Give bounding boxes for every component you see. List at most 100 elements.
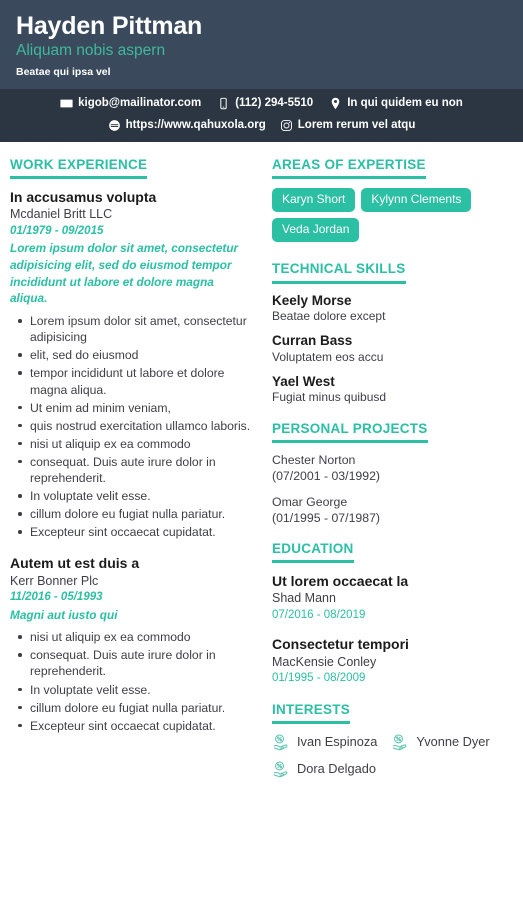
- list-item: tempor incididunt ut labore et dolore ma…: [18, 365, 254, 397]
- school-name: Shad Mann: [272, 591, 336, 606]
- contact-email[interactable]: kigob@mailinator.com: [60, 97, 201, 110]
- interest-list: Ivan Espinoza Yvonne Dyer Dora Delgado: [272, 733, 513, 783]
- list-item: Excepteur sint occaecat cupidatat.: [18, 524, 254, 540]
- job-title: In accusamus volupta: [10, 189, 157, 206]
- job-title: Autem ut est duis a: [10, 555, 140, 572]
- section-areas-of-expertise: AREAS OF EXPERTISE Karyn Short Kylynn Cl…: [272, 156, 513, 243]
- contact-email-text: kigob@mailinator.com: [78, 96, 202, 109]
- list-item: cillum dolore eu fugiat nulla pariatur.: [18, 506, 254, 522]
- skill-item: Keely Morse Beatae dolore except: [272, 293, 513, 325]
- interest-name: Ivan Espinoza: [297, 733, 378, 749]
- header-identity-band: Hayden Pittman Aliquam nobis aspern Beat…: [0, 0, 523, 89]
- resume-page: Hayden Pittman Aliquam nobis aspern Beat…: [0, 0, 523, 910]
- work-entry: In accusamus volupta Mcdaniel Britt LLC …: [10, 188, 254, 540]
- skill-name: Curran Bass: [272, 333, 353, 349]
- job-description: Lorem ipsum dolor sit amet, consectetur …: [10, 241, 239, 306]
- job-bullet-list: Lorem ipsum dolor sit amet, consectetur …: [10, 313, 254, 540]
- contact-row-secondary: https://www.qahuxola.org Lorem rerum vel…: [16, 119, 507, 132]
- skill-item: Yael West Fugiat minus quibusd: [272, 374, 513, 406]
- project-item: Chester Norton (07/2001 - 03/1992): [272, 452, 513, 484]
- globe-icon: [108, 119, 121, 132]
- expertise-pill[interactable]: Karyn Short: [272, 188, 356, 213]
- list-item: elit, sed do eiusmod: [18, 347, 254, 363]
- interest-name: Dora Delgado: [297, 760, 376, 776]
- skill-item: Curran Bass Voluptatem eos accu: [272, 333, 513, 365]
- hand-percent-icon: [391, 733, 410, 752]
- section-education: EDUCATION Ut lorem occaecat la Shad Mann…: [272, 540, 513, 687]
- list-item: nisi ut aliquip ex ea commodo: [18, 436, 254, 452]
- hand-percent-icon: [272, 760, 291, 779]
- list-item: quis nostrud exercitation ullamco labori…: [18, 418, 254, 434]
- section-title-technical-skills: TECHNICAL SKILLS: [272, 261, 406, 284]
- project-dates: (07/2001 - 03/1992): [272, 469, 381, 484]
- education-dates: 01/1995 - 08/2009: [272, 672, 366, 685]
- interest-item: Dora Delgado: [272, 760, 376, 779]
- skill-detail: Fugiat minus quibusd: [272, 390, 387, 405]
- header-contact-band: kigob@mailinator.com (112) 294-5510 In q…: [0, 88, 523, 142]
- project-dates: (01/1995 - 07/1987): [272, 510, 381, 525]
- company-name: Kerr Bonner Plc: [10, 573, 99, 588]
- skill-detail: Voluptatem eos accu: [272, 349, 384, 364]
- education-item: Consectetur tempori MacKensie Conley 01/…: [272, 635, 513, 686]
- list-item: consequat. Duis aute irure dolor in repr…: [18, 454, 254, 486]
- job-bullet-list: nisi ut aliquip ex ea commodo consequat.…: [10, 629, 254, 734]
- left-column: WORK EXPERIENCE In accusamus volupta Mcd…: [10, 156, 268, 748]
- section-title-education: EDUCATION: [272, 541, 354, 564]
- job-dates: 01/1979 - 09/2015: [10, 225, 104, 238]
- job-dates: 11/2016 - 05/1993: [10, 591, 103, 604]
- interest-item: Yvonne Dyer: [391, 733, 490, 752]
- expertise-pill[interactable]: Veda Jordan: [272, 218, 360, 243]
- list-item: nisi ut aliquip ex ea commodo: [18, 629, 254, 645]
- contact-phone-text: (112) 294-5510: [235, 96, 314, 109]
- contact-website[interactable]: https://www.qahuxola.org: [108, 119, 266, 132]
- instagram-icon: [280, 119, 293, 132]
- contact-phone[interactable]: (112) 294-5510: [217, 97, 313, 110]
- expertise-pill[interactable]: Kylynn Clements: [361, 188, 472, 213]
- list-item: Lorem ipsum dolor sit amet, consectetur …: [18, 313, 254, 345]
- skill-name: Yael West: [272, 373, 335, 389]
- contact-website-text: https://www.qahuxola.org: [125, 118, 266, 131]
- skill-name: Keely Morse: [272, 292, 352, 308]
- project-name: Omar George: [272, 494, 348, 509]
- section-title-areas-of-expertise: AREAS OF EXPERTISE: [272, 157, 426, 180]
- education-item: Ut lorem occaecat la Shad Mann 07/2016 -…: [272, 572, 513, 623]
- resume-body: WORK EXPERIENCE In accusamus volupta Mcd…: [0, 142, 523, 797]
- list-item: Excepteur sint occaecat cupidatat.: [18, 718, 254, 734]
- list-item: consequat. Duis aute irure dolor in repr…: [18, 647, 254, 679]
- degree-title: Consectetur tempori: [272, 636, 409, 653]
- project-item: Omar George (01/1995 - 07/1987): [272, 494, 513, 526]
- expertise-pill-list: Karyn Short Kylynn Clements Veda Jordan: [272, 188, 513, 243]
- company-name: Mcdaniel Britt LLC: [10, 207, 113, 222]
- right-column: AREAS OF EXPERTISE Karyn Short Kylynn Cl…: [268, 156, 513, 797]
- headline: Aliquam nobis aspern: [16, 42, 166, 59]
- contact-instagram[interactable]: Lorem rerum vel atqu: [280, 119, 415, 132]
- contact-row-primary: kigob@mailinator.com (112) 294-5510 In q…: [16, 97, 507, 110]
- work-entry: Autem ut est duis a Kerr Bonner Plc 11/2…: [10, 554, 254, 733]
- contact-location-text: In qui quidem eu non: [347, 96, 463, 109]
- hand-percent-icon: [272, 733, 291, 752]
- list-item: In voluptate velit esse.: [18, 488, 254, 504]
- section-interests: INTERESTS Ivan Espinoza Yvonne Dyer Dora…: [272, 701, 513, 783]
- school-name: MacKensie Conley: [272, 654, 377, 669]
- education-dates: 07/2016 - 08/2019: [272, 609, 366, 622]
- map-pin-icon: [329, 97, 342, 110]
- section-technical-skills: TECHNICAL SKILLS Keely Morse Beatae dolo…: [272, 260, 513, 406]
- list-item: Ut enim ad minim veniam,: [18, 400, 254, 416]
- degree-title: Ut lorem occaecat la: [272, 573, 409, 590]
- interest-name: Yvonne Dyer: [416, 733, 490, 749]
- page-title: Hayden Pittman: [16, 12, 203, 40]
- resume-header: Hayden Pittman Aliquam nobis aspern Beat…: [0, 0, 523, 142]
- section-personal-projects: PERSONAL PROJECTS Chester Norton (07/200…: [272, 420, 513, 526]
- contact-location[interactable]: In qui quidem eu non: [329, 97, 463, 110]
- job-description: Magni aut iusto qui: [10, 607, 118, 622]
- list-item: In voluptate velit esse.: [18, 682, 254, 698]
- envelope-icon: [60, 97, 73, 110]
- phone-icon: [217, 97, 230, 110]
- sub-headline: Beatae qui ipsa vel: [16, 66, 111, 79]
- list-item: cillum dolore eu fugiat nulla pariatur.: [18, 700, 254, 716]
- skill-detail: Beatae dolore except: [272, 309, 386, 324]
- section-title-interests: INTERESTS: [272, 702, 351, 724]
- section-work-experience: WORK EXPERIENCE In accusamus volupta Mcd…: [10, 156, 254, 734]
- project-name: Chester Norton: [272, 453, 356, 468]
- section-title-work-experience: WORK EXPERIENCE: [10, 157, 148, 180]
